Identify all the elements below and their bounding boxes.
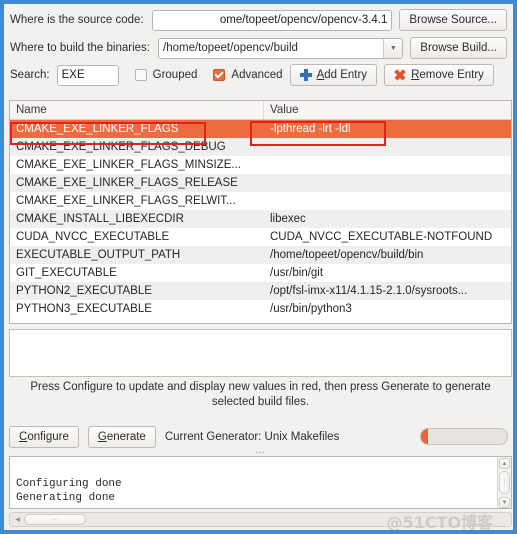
browse-build-label: Browse Build... [420, 42, 497, 54]
table-header: Name Value [10, 101, 511, 120]
source-code-value: ome/topeet/opencv/opencv-3.4.1 [219, 14, 388, 26]
checkbox-icon-grouped[interactable] [134, 69, 147, 81]
browse-source-label: Browse Source... [409, 14, 497, 26]
search-value: EXE [61, 69, 85, 81]
column-header-name[interactable]: Name [10, 101, 264, 119]
generate-label: Generate [97, 431, 146, 443]
chevron-down-icon[interactable]: ▼ [383, 38, 403, 58]
cell-name: GIT_EXECUTABLE [16, 267, 117, 279]
cell-name: CMAKE_INSTALL_LIBEXECDIR [16, 213, 184, 225]
build-binaries-combobox[interactable]: /home/topeet/opencv/build ▼ [158, 37, 404, 59]
scroll-left-icon[interactable]: ◀ [12, 514, 23, 525]
browse-build-button[interactable]: Browse Build... [410, 37, 507, 59]
plus-icon [299, 69, 312, 81]
cell-value: /opt/fsl-imx-x11/4.1.15-2.1.0/sysroots..… [270, 285, 468, 297]
table-row[interactable]: CMAKE_EXE_LINKER_FLAGS_RELWIT... [10, 192, 511, 210]
entry-description-box [9, 329, 512, 377]
progress-bar-fill [421, 429, 428, 444]
table-row[interactable]: CMAKE_INSTALL_LIBEXECDIR libexec [10, 210, 511, 228]
table-row[interactable]: CUDA_NVCC_EXECUTABLE CUDA_NVCC_EXECUTABLE… [10, 228, 511, 246]
cell-name: CMAKE_EXE_LINKER_FLAGS_DEBUG [16, 141, 226, 153]
configure-label: Configure [19, 431, 69, 443]
cell-name: PYTHON3_EXECUTABLE [16, 303, 152, 315]
build-binaries-row: Where to build the binaries: /home/topee… [4, 34, 513, 62]
table-row[interactable]: CMAKE_EXE_LINKER_FLAGS_MINSIZE... [10, 156, 511, 174]
table-row[interactable]: PYTHON3_EXECUTABLE/usr/bin/python3 [10, 300, 511, 318]
splitter-handle[interactable]: ••• [4, 450, 513, 457]
cell-value: libexec [270, 213, 306, 225]
cell-name: PYTHON2_EXECUTABLE [16, 285, 152, 297]
cell-value: /usr/bin/python3 [270, 303, 352, 315]
horizontal-scrollbar[interactable]: ◀ ⋯ [9, 512, 512, 527]
scroll-down-icon[interactable]: ▼ [499, 497, 510, 508]
scroll-up-icon[interactable]: ▲ [499, 458, 510, 469]
configure-button[interactable]: Configure [9, 426, 79, 448]
current-generator-label: Current Generator: Unix Makefiles [164, 431, 340, 443]
cell-value: CUDA_NVCC_EXECUTABLE-NOTFOUND [270, 231, 493, 243]
cell-value: -lpthread -lrt -ldl [270, 123, 351, 135]
browse-source-button[interactable]: Browse Source... [399, 9, 507, 31]
cell-value: /home/topeet/opencv/build/bin [270, 249, 424, 261]
column-header-value[interactable]: Value [264, 101, 511, 119]
cmake-gui-window: Where is the source code: ome/topeet/ope… [0, 0, 517, 534]
remove-entry-button[interactable]: Remove Entry [384, 64, 494, 86]
action-row: Configure Generate Current Generator: Un… [9, 424, 512, 450]
cell-name: CUDA_NVCC_EXECUTABLE [16, 231, 170, 243]
search-label: Search: [10, 69, 50, 81]
grouped-checkbox[interactable]: Grouped [134, 69, 198, 81]
table-body[interactable]: CMAKE_EXE_LINKER_FLAGS -lpthread -lrt -ld… [10, 120, 511, 325]
output-console: Configuring done Generating done ▲ ⋮ ▼ [9, 456, 512, 509]
cache-variables-panel: Name Value CMAKE_EXE_LINKER_FLAGS -lpthre… [9, 100, 512, 324]
remove-entry-label: Remove Entry [411, 69, 484, 81]
progress-bar [420, 428, 508, 445]
table-row[interactable]: CMAKE_EXE_LINKER_FLAGS_DEBUG [10, 138, 511, 156]
search-input[interactable]: EXE [56, 64, 119, 86]
checkbox-icon-advanced[interactable] [213, 69, 226, 81]
table-row[interactable]: CMAKE_EXE_LINKER_FLAGS -lpthread -lrt -ld… [10, 120, 511, 138]
add-entry-label: Add Entry [316, 69, 368, 81]
cell-name: CMAKE_EXE_LINKER_FLAGS_MINSIZE... [16, 159, 241, 171]
cell-name: EXECUTABLE_OUTPUT_PATH [16, 249, 181, 261]
build-binaries-label: Where to build the binaries: [10, 42, 150, 54]
cross-icon [394, 69, 406, 81]
advanced-checkbox[interactable]: Advanced [213, 69, 283, 81]
source-code-input[interactable]: ome/topeet/opencv/opencv-3.4.1 [151, 9, 393, 31]
table-row[interactable]: PYTHON2_EXECUTABLE/opt/fsl-imx-x11/4.1.1… [10, 282, 511, 300]
scrollbar-thumb-horizontal[interactable]: ⋯ [24, 514, 86, 525]
source-code-row: Where is the source code: ome/topeet/ope… [4, 6, 513, 34]
console-vertical-scrollbar[interactable]: ▲ ⋮ ▼ [497, 457, 511, 508]
hint-text: Press Configure to update and display ne… [30, 381, 491, 408]
table-row[interactable]: CMAKE_EXE_LINKER_FLAGS_RELEASE [10, 174, 511, 192]
build-binaries-value: /home/topeet/opencv/build [163, 42, 298, 54]
search-toolbar: Search: EXE Grouped Advanced Add Entry R… [4, 62, 513, 88]
source-code-label: Where is the source code: [10, 14, 144, 26]
grouped-label: Grouped [152, 69, 198, 81]
cell-value: /usr/bin/git [270, 267, 324, 279]
scrollbar-thumb-vertical[interactable]: ⋮ [499, 471, 510, 494]
cell-name: CMAKE_EXE_LINKER_FLAGS_RELEASE [16, 177, 238, 189]
cell-name: CMAKE_EXE_LINKER_FLAGS [16, 123, 179, 135]
cell-name: CMAKE_EXE_LINKER_FLAGS_RELWIT... [16, 195, 236, 207]
console-output-text: Configuring done Generating done [16, 478, 122, 504]
table-row[interactable]: GIT_EXECUTABLE/usr/bin/git [10, 264, 511, 282]
add-entry-button[interactable]: Add Entry [289, 64, 378, 86]
generate-button[interactable]: Generate [87, 426, 156, 448]
advanced-label: Advanced [231, 69, 283, 81]
table-row[interactable]: EXECUTABLE_OUTPUT_PATH/home/topeet/openc… [10, 246, 511, 264]
